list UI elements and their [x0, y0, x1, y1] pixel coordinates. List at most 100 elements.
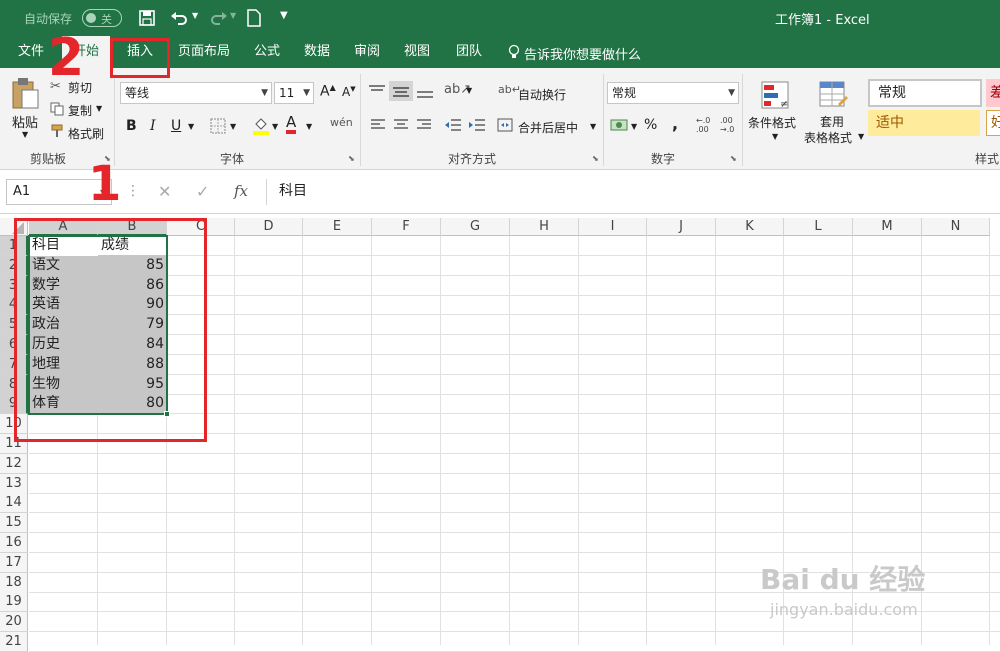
- paste-button[interactable]: 粘贴: [12, 112, 38, 131]
- column-header-g[interactable]: G: [441, 218, 510, 236]
- tab-review[interactable]: 审阅: [344, 36, 390, 68]
- cancel-entry-icon[interactable]: ✕: [158, 182, 171, 201]
- decrease-decimal-icon[interactable]: .00 →.0: [720, 116, 734, 134]
- align-left-icon[interactable]: [370, 118, 386, 135]
- font-size-value: 11: [279, 86, 295, 100]
- row-header-14[interactable]: 14: [0, 493, 28, 514]
- column-header-k[interactable]: K: [716, 218, 784, 236]
- undo-dropdown-icon[interactable]: ▼: [192, 11, 198, 20]
- tab-view[interactable]: 视图: [394, 36, 440, 68]
- column-header-d[interactable]: D: [235, 218, 303, 236]
- autosave-toggle[interactable]: 关: [82, 9, 122, 27]
- italic-button[interactable]: I: [150, 118, 156, 134]
- font-size-select[interactable]: 11 ▼: [274, 82, 314, 104]
- conditional-format-icon: ≠: [760, 80, 790, 113]
- number-format-select[interactable]: 常规 ▼: [607, 82, 739, 104]
- column-header-n[interactable]: N: [922, 218, 990, 236]
- style-good[interactable]: 好: [986, 110, 1000, 136]
- font-launcher-icon[interactable]: ⬊: [348, 154, 355, 163]
- accounting-format-icon[interactable]: [610, 117, 630, 136]
- copy-dropdown-icon[interactable]: ▼: [96, 104, 102, 113]
- fill-color-icon[interactable]: [252, 116, 270, 139]
- copy-button[interactable]: 复制: [68, 102, 92, 119]
- decrease-font-size-icon[interactable]: A▼: [342, 85, 356, 99]
- increase-indent-icon[interactable]: [468, 118, 486, 135]
- new-document-icon[interactable]: [246, 9, 262, 30]
- underline-dropdown-icon[interactable]: ▼: [188, 122, 194, 131]
- column-header-i[interactable]: I: [579, 218, 647, 236]
- tab-data[interactable]: 数据: [294, 36, 340, 68]
- row-header-20[interactable]: 20: [0, 612, 28, 633]
- font-color-dropdown-icon[interactable]: ▼: [306, 122, 312, 131]
- wrap-text-button[interactable]: 自动换行: [518, 86, 566, 103]
- column-header-h[interactable]: H: [510, 218, 579, 236]
- title-bar: 自动保存 关 ▼ ▼ ▼ 工作簿1 - Excel: [0, 0, 1000, 36]
- orientation-dropdown-icon[interactable]: ▼: [466, 86, 472, 95]
- tab-team[interactable]: 团队: [446, 36, 492, 68]
- confirm-entry-icon[interactable]: ✓: [196, 182, 209, 201]
- row-header-12[interactable]: 12: [0, 453, 28, 474]
- percent-button[interactable]: %: [644, 117, 657, 133]
- svg-text:≠: ≠: [780, 99, 788, 110]
- column-header-m[interactable]: M: [853, 218, 922, 236]
- align-right-icon[interactable]: [416, 118, 432, 135]
- bold-button[interactable]: B: [126, 118, 137, 134]
- comma-style-button[interactable]: ,: [672, 114, 678, 133]
- column-header-e[interactable]: E: [303, 218, 372, 236]
- row-header-21[interactable]: 21: [0, 632, 28, 652]
- tab-formulas[interactable]: 公式: [244, 36, 290, 68]
- formula-input[interactable]: 科目: [266, 179, 1000, 205]
- font-color-icon[interactable]: A: [286, 114, 297, 134]
- font-name-select[interactable]: 等线 ▼: [120, 82, 272, 104]
- alignment-launcher-icon[interactable]: ⬊: [592, 154, 599, 163]
- gridline-horizontal: [29, 453, 1000, 454]
- style-bad[interactable]: 差: [986, 79, 1000, 107]
- style-neutral[interactable]: 适中: [868, 110, 980, 136]
- merge-center-button[interactable]: 合并后居中: [518, 119, 578, 136]
- row-header-16[interactable]: 16: [0, 533, 28, 553]
- row-header-15[interactable]: 15: [0, 513, 28, 534]
- number-launcher-icon[interactable]: ⬊: [730, 154, 737, 163]
- table-format-dropdown-icon[interactable]: ▼: [858, 132, 864, 141]
- borders-icon[interactable]: [210, 118, 226, 137]
- align-center-icon[interactable]: [393, 118, 409, 135]
- column-header-l[interactable]: L: [784, 218, 853, 236]
- redo-dropdown-icon[interactable]: ▼: [230, 11, 236, 20]
- increase-font-size-icon[interactable]: A▲: [320, 83, 336, 100]
- align-top-icon[interactable]: [368, 84, 386, 101]
- merge-dropdown-icon[interactable]: ▼: [590, 122, 596, 131]
- fill-color-dropdown-icon[interactable]: ▼: [272, 122, 278, 131]
- cond-format-dropdown-icon[interactable]: ▼: [772, 132, 778, 141]
- paste-dropdown-icon[interactable]: ▼: [22, 130, 28, 139]
- format-as-table-button-line1[interactable]: 套用: [820, 113, 844, 130]
- underline-button[interactable]: U: [171, 118, 181, 134]
- align-middle-icon[interactable]: [389, 81, 413, 101]
- tab-page-layout[interactable]: 页面布局: [170, 36, 238, 68]
- borders-dropdown-icon[interactable]: ▼: [230, 122, 236, 131]
- format-as-table-button-line2[interactable]: 表格格式: [804, 129, 852, 146]
- group-label-alignment: 对齐方式: [448, 152, 497, 166]
- style-normal[interactable]: 常规: [868, 79, 982, 107]
- undo-icon[interactable]: [170, 9, 190, 30]
- column-header-f[interactable]: F: [372, 218, 441, 236]
- align-bottom-icon[interactable]: [416, 84, 434, 103]
- increase-decimal-icon[interactable]: ←.0.00: [696, 116, 710, 134]
- decrease-indent-icon[interactable]: [444, 118, 462, 135]
- more-options-icon[interactable]: ⋮: [126, 183, 140, 199]
- column-header-j[interactable]: J: [647, 218, 716, 236]
- format-painter-button[interactable]: 格式刷: [68, 125, 104, 142]
- row-header-17[interactable]: 17: [0, 552, 28, 573]
- annotation-box-data: [14, 218, 207, 442]
- redo-icon[interactable]: [208, 9, 228, 30]
- row-header-18[interactable]: 18: [0, 572, 28, 593]
- accounting-dropdown-icon[interactable]: ▼: [631, 122, 637, 131]
- row-header-13[interactable]: 13: [0, 473, 28, 494]
- paste-icon[interactable]: [10, 76, 40, 113]
- insert-function-icon[interactable]: fx: [234, 182, 248, 200]
- conditional-format-button[interactable]: 条件格式: [748, 114, 796, 131]
- save-icon[interactable]: [138, 9, 156, 30]
- tell-me-search[interactable]: 告诉我你想要做什么: [524, 44, 641, 63]
- row-header-19[interactable]: 19: [0, 592, 28, 613]
- phonetic-guide-icon[interactable]: wén: [330, 116, 353, 129]
- customize-toolbar-icon[interactable]: ▼: [280, 10, 288, 21]
